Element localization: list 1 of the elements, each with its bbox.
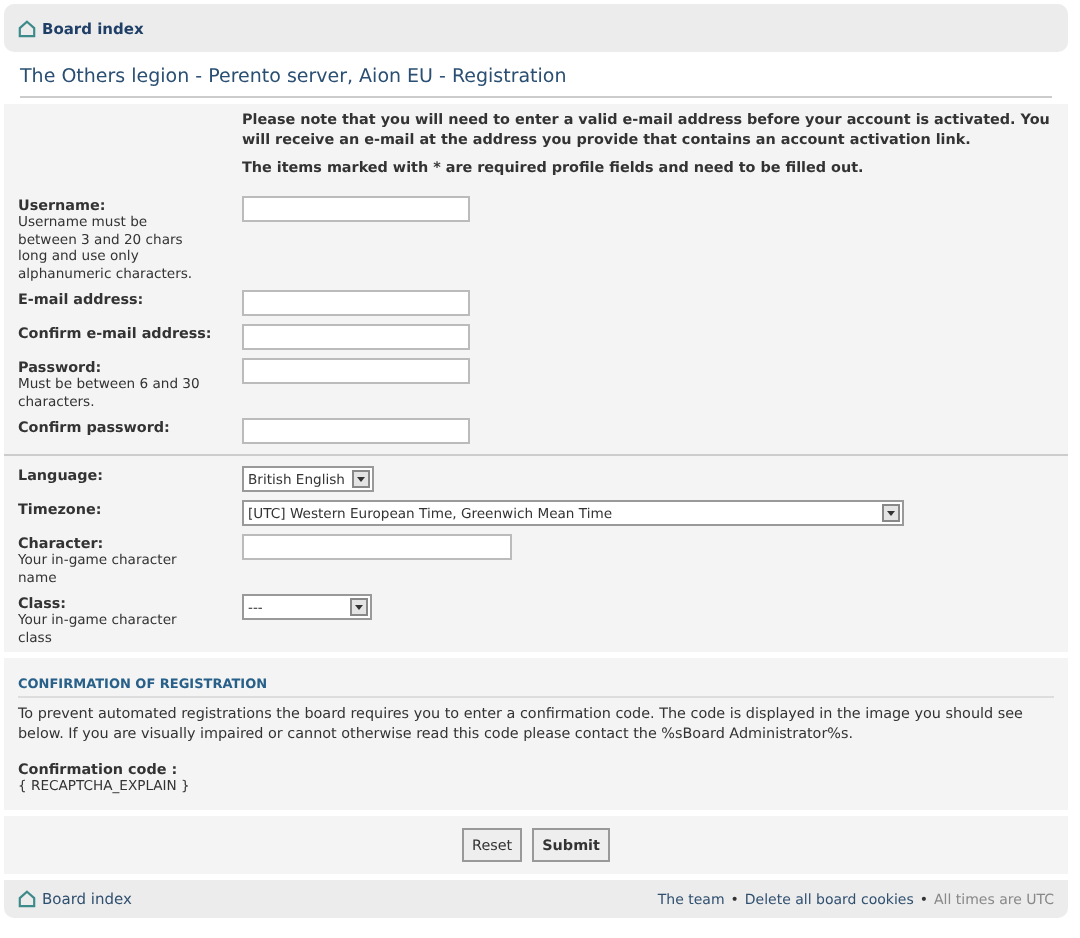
page-title: The Others legion - Perento server, Aion EU - Registration: [20, 66, 1052, 98]
